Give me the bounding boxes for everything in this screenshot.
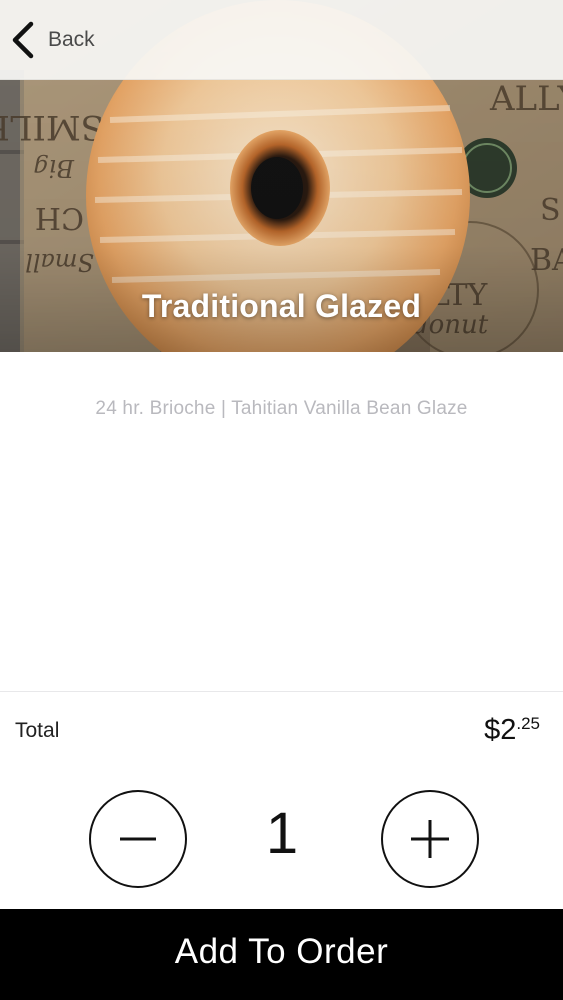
product-detail-screen: SMILE Big CH Small ALLY BA S LTY donut [0,0,563,1000]
plus-icon [411,820,449,858]
minus-icon [120,837,156,841]
total-label: Total [15,719,60,742]
chevron-left-icon [12,21,34,59]
navigation-bar: Back [0,0,563,80]
add-to-order-button[interactable]: Add To Order [0,909,563,1000]
total-price: $2.25 [484,714,540,747]
price-dollars: $2 [484,714,517,746]
product-description: 24 hr. Brioche | Tahitian Vanilla Bean G… [95,398,468,419]
back-button[interactable]: Back [10,18,95,62]
price-cents: .25 [516,714,540,733]
quantity-value: 1 [265,801,299,866]
product-title: Traditional Glazed [141,288,422,324]
increase-quantity-button[interactable] [381,790,479,888]
back-label: Back [48,28,95,51]
divider [0,691,563,692]
decrease-quantity-button[interactable] [89,790,187,888]
